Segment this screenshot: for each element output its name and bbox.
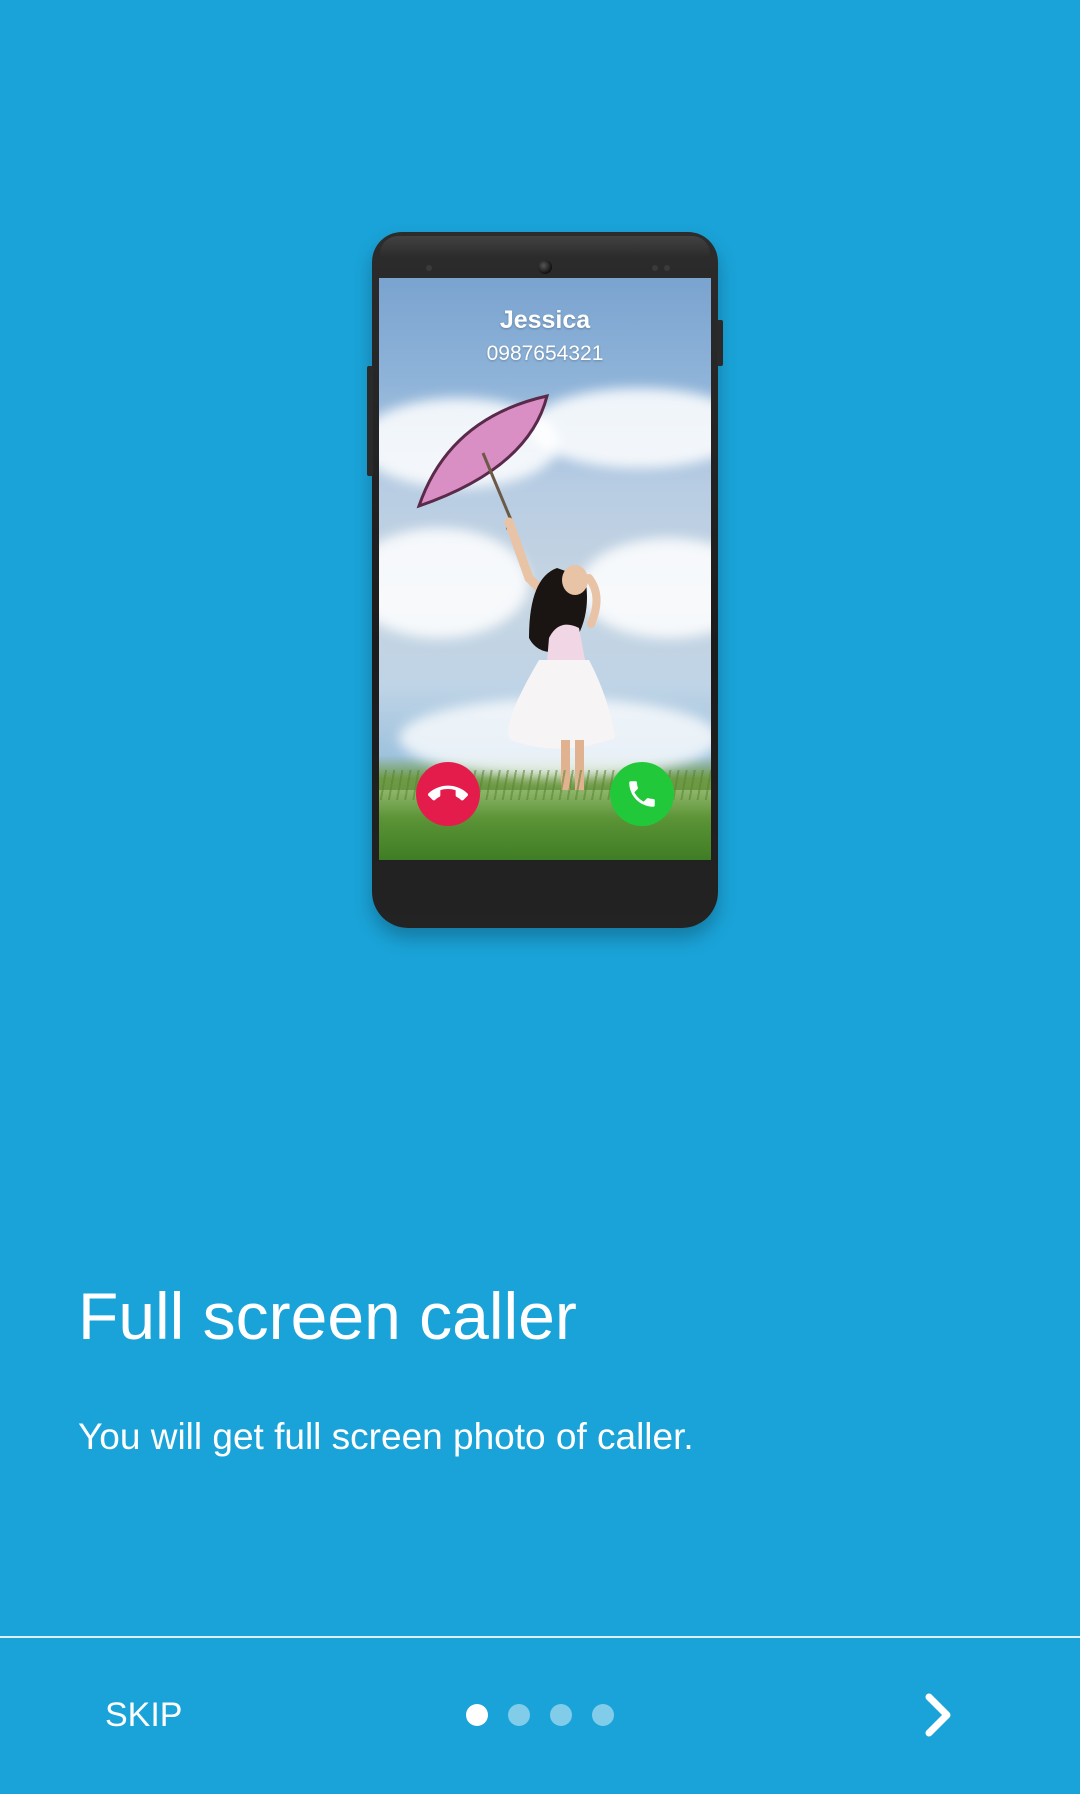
accept-call-button	[610, 762, 674, 826]
phone-front-camera	[538, 260, 552, 274]
caller-number: 0987654321	[486, 342, 604, 365]
phone-hangup-icon	[428, 785, 468, 801]
phone-sensor	[652, 265, 658, 271]
page-indicator	[466, 1704, 614, 1726]
onboarding-description: You will get full screen photo of caller…	[78, 1416, 694, 1457]
caller-name: Jessica	[499, 306, 591, 334]
skip-button[interactable]: SKIP	[105, 1694, 182, 1736]
phone-power-button	[717, 320, 723, 366]
onboarding-title: Full screen caller	[78, 1279, 577, 1353]
phone-sensor	[664, 265, 670, 271]
decline-call-button	[416, 762, 480, 826]
phone-illustration: Jessica 0987654321	[367, 232, 723, 928]
chevron-right-icon	[925, 1693, 951, 1737]
phone-volume-button	[367, 366, 373, 476]
phone-sensor	[426, 265, 432, 271]
page-dot-3	[550, 1704, 572, 1726]
footer-divider	[0, 1636, 1080, 1638]
page-dot-2	[508, 1704, 530, 1726]
next-button[interactable]	[914, 1690, 962, 1740]
page-dot-1	[466, 1704, 488, 1726]
phone-icon	[629, 781, 655, 807]
page-dot-4	[592, 1704, 614, 1726]
incoming-call-screen: Jessica 0987654321	[379, 278, 711, 860]
